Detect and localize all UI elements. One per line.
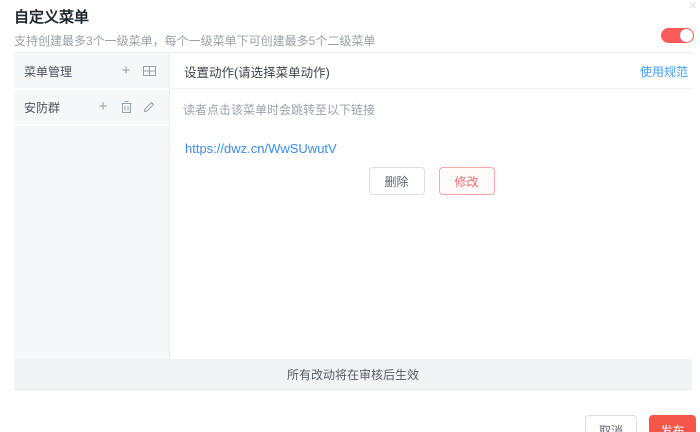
add-submenu-icon[interactable]: + xyxy=(95,99,111,115)
sidebar-header-row: 菜单管理 + xyxy=(14,54,169,90)
modify-button[interactable]: 修改 xyxy=(439,167,495,195)
redirect-hint-text: 读者点击该菜单时会跳转至以下链接 xyxy=(183,101,375,118)
custom-menu-dialog: 自定义菜单 × 支持创建最多3个一级菜单，每个一级菜单下可创建最多5个二级菜单 … xyxy=(0,0,700,432)
publish-button[interactable]: 发布 xyxy=(649,415,696,432)
review-notice-text: 所有改动将在审核后生效 xyxy=(287,366,419,383)
menu-target-url-link[interactable]: https://dwz.cn/WwSUwutV xyxy=(185,141,337,156)
page-title: 自定义菜单 xyxy=(14,6,89,27)
add-menu-icon[interactable]: + xyxy=(118,63,134,79)
menu-item-label: 安防群 xyxy=(24,99,88,116)
sort-grid-icon[interactable] xyxy=(141,63,157,79)
menu-sidebar: 菜单管理 + 安防群 + xyxy=(14,54,170,359)
sidebar-item-anfangqun[interactable]: 安防群 + xyxy=(14,90,169,126)
menu-editor-panel: 菜单管理 + 安防群 + xyxy=(14,52,692,389)
usage-spec-link[interactable]: 使用规范 xyxy=(640,63,688,80)
set-action-title: 设置动作(请选择菜单动作) xyxy=(184,62,330,81)
close-icon[interactable]: × xyxy=(688,0,697,14)
toggle-knob xyxy=(680,29,693,42)
menu-rules-subtitle: 支持创建最多3个一级菜单，每个一级菜单下可创建最多5个二级菜单 xyxy=(14,32,375,49)
cancel-button[interactable]: 取消 xyxy=(585,415,637,432)
action-button-row: 删除 修改 xyxy=(171,167,692,195)
review-notice-bar: 所有改动将在审核后生效 xyxy=(14,359,692,390)
delete-menu-icon[interactable] xyxy=(118,99,134,115)
edit-menu-icon[interactable] xyxy=(141,99,157,115)
menu-enable-toggle[interactable] xyxy=(661,28,694,43)
menu-management-label: 菜单管理 xyxy=(24,63,111,80)
action-header-bar: 设置动作(请选择菜单动作) 使用规范 xyxy=(171,54,692,89)
delete-button[interactable]: 删除 xyxy=(369,167,425,195)
